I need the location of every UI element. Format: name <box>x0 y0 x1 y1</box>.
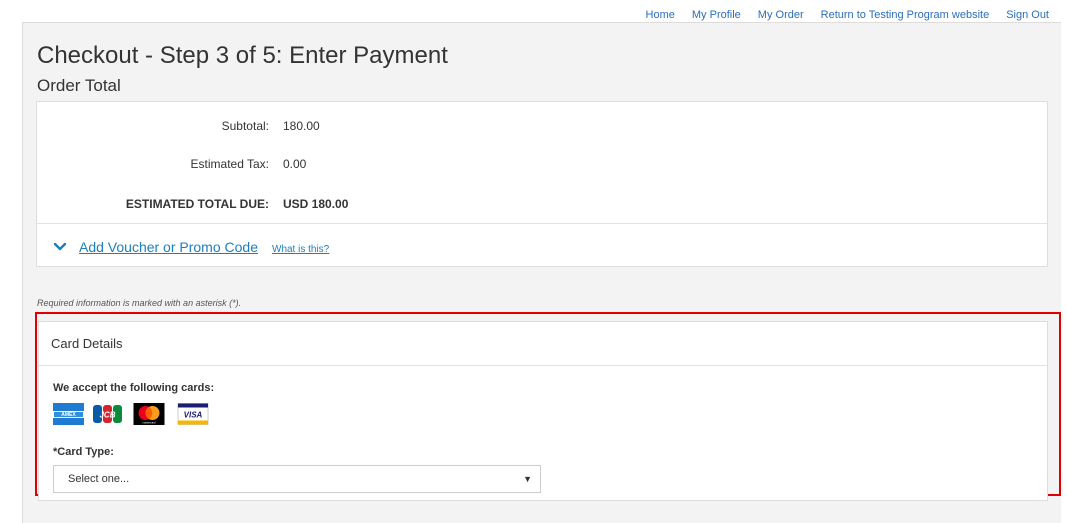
add-voucher-link[interactable]: Add Voucher or Promo Code <box>79 239 258 255</box>
dropdown-arrow-icon: ▼ <box>523 474 532 484</box>
nav-return-link[interactable]: Return to Testing Program website <box>821 9 990 21</box>
card-details-highlight: Card Details We accept the following car… <box>35 312 1061 501</box>
total-label: ESTIMATED TOTAL DUE: <box>125 197 269 211</box>
nav-my-order-link[interactable]: My Order <box>758 9 804 21</box>
nav-home-link[interactable]: Home <box>646 9 675 21</box>
chevron-down-icon[interactable] <box>53 240 67 254</box>
svg-text:mastercard: mastercard <box>143 421 157 425</box>
required-info-note: Required information is marked with an a… <box>37 298 242 308</box>
card-details-panel: Card Details We accept the following car… <box>38 321 1048 501</box>
card-type-label: *Card Type: <box>53 446 114 458</box>
what-is-this-link[interactable]: What is this? <box>272 244 329 255</box>
total-value: USD 180.00 <box>283 197 349 211</box>
order-total-heading: Order Total <box>37 76 121 95</box>
nav-my-profile-link[interactable]: My Profile <box>692 9 741 21</box>
tax-value: 0.00 <box>283 157 307 171</box>
svg-text:VISA: VISA <box>184 411 203 420</box>
tax-label: Estimated Tax: <box>190 157 269 171</box>
amex-card-icon: AMEX <box>53 403 84 425</box>
accepted-cards-list: AMEX JCB mastercard VISA <box>53 402 211 426</box>
order-divider <box>37 223 1047 224</box>
accepted-cards-label: We accept the following cards: <box>53 382 215 394</box>
card-type-select[interactable]: Select one... ▼ <box>53 465 541 493</box>
card-type-selected-value: Select one... <box>68 473 130 485</box>
subtotal-label: Subtotal: <box>221 119 269 133</box>
order-summary-box: Subtotal: 180.00 Estimated Tax: 0.00 EST… <box>36 101 1048 267</box>
svg-text:JCB: JCB <box>99 411 115 420</box>
visa-card-icon: VISA <box>177 403 209 425</box>
top-nav: Home My Profile My Order Return to Testi… <box>646 9 1049 21</box>
card-details-heading: Card Details <box>39 322 1047 366</box>
voucher-row: Add Voucher or Promo Code What is this? <box>53 238 329 255</box>
page-title: Checkout - Step 3 of 5: Enter Payment <box>37 42 448 69</box>
svg-text:AMEX: AMEX <box>61 412 76 418</box>
nav-sign-out-link[interactable]: Sign Out <box>1006 9 1049 21</box>
subtotal-value: 180.00 <box>283 119 320 133</box>
mastercard-card-icon: mastercard <box>133 403 165 425</box>
jcb-card-icon: JCB <box>93 405 122 423</box>
